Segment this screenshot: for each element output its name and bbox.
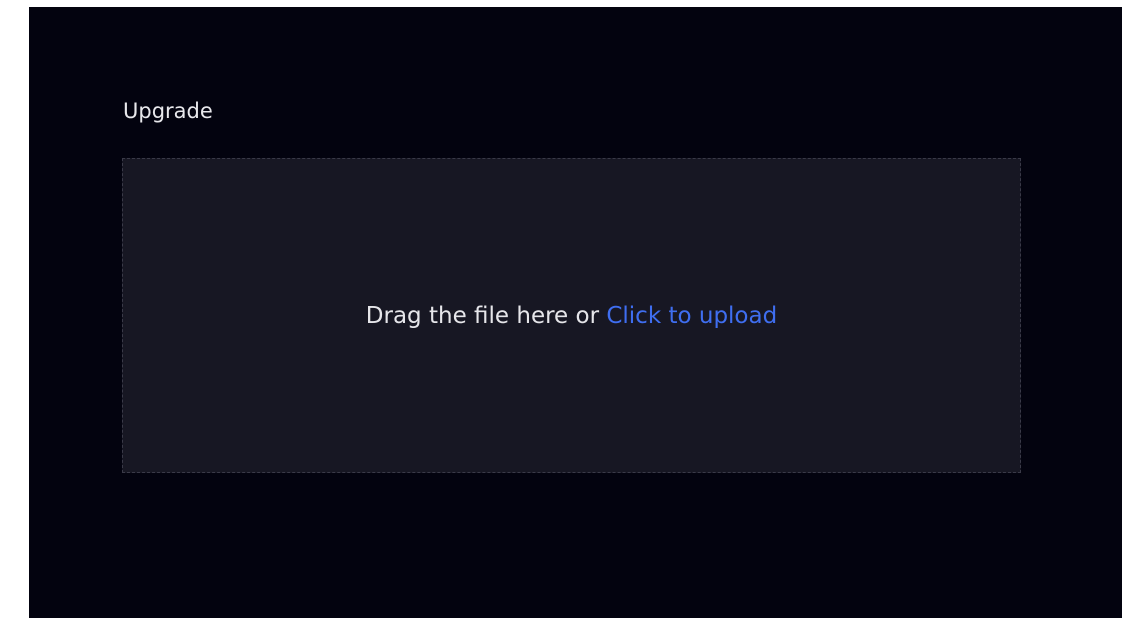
dropzone-text: Drag the file here or Click to upload [366,303,777,329]
upgrade-panel: Upgrade Drag the file here or Click to u… [29,7,1122,618]
click-to-upload-link[interactable]: Click to upload [606,303,777,329]
dropzone-prompt: Drag the file here or [365,302,607,329]
section-title: Upgrade [123,99,213,123]
file-dropzone[interactable]: Drag the file here or Click to upload [122,158,1021,473]
